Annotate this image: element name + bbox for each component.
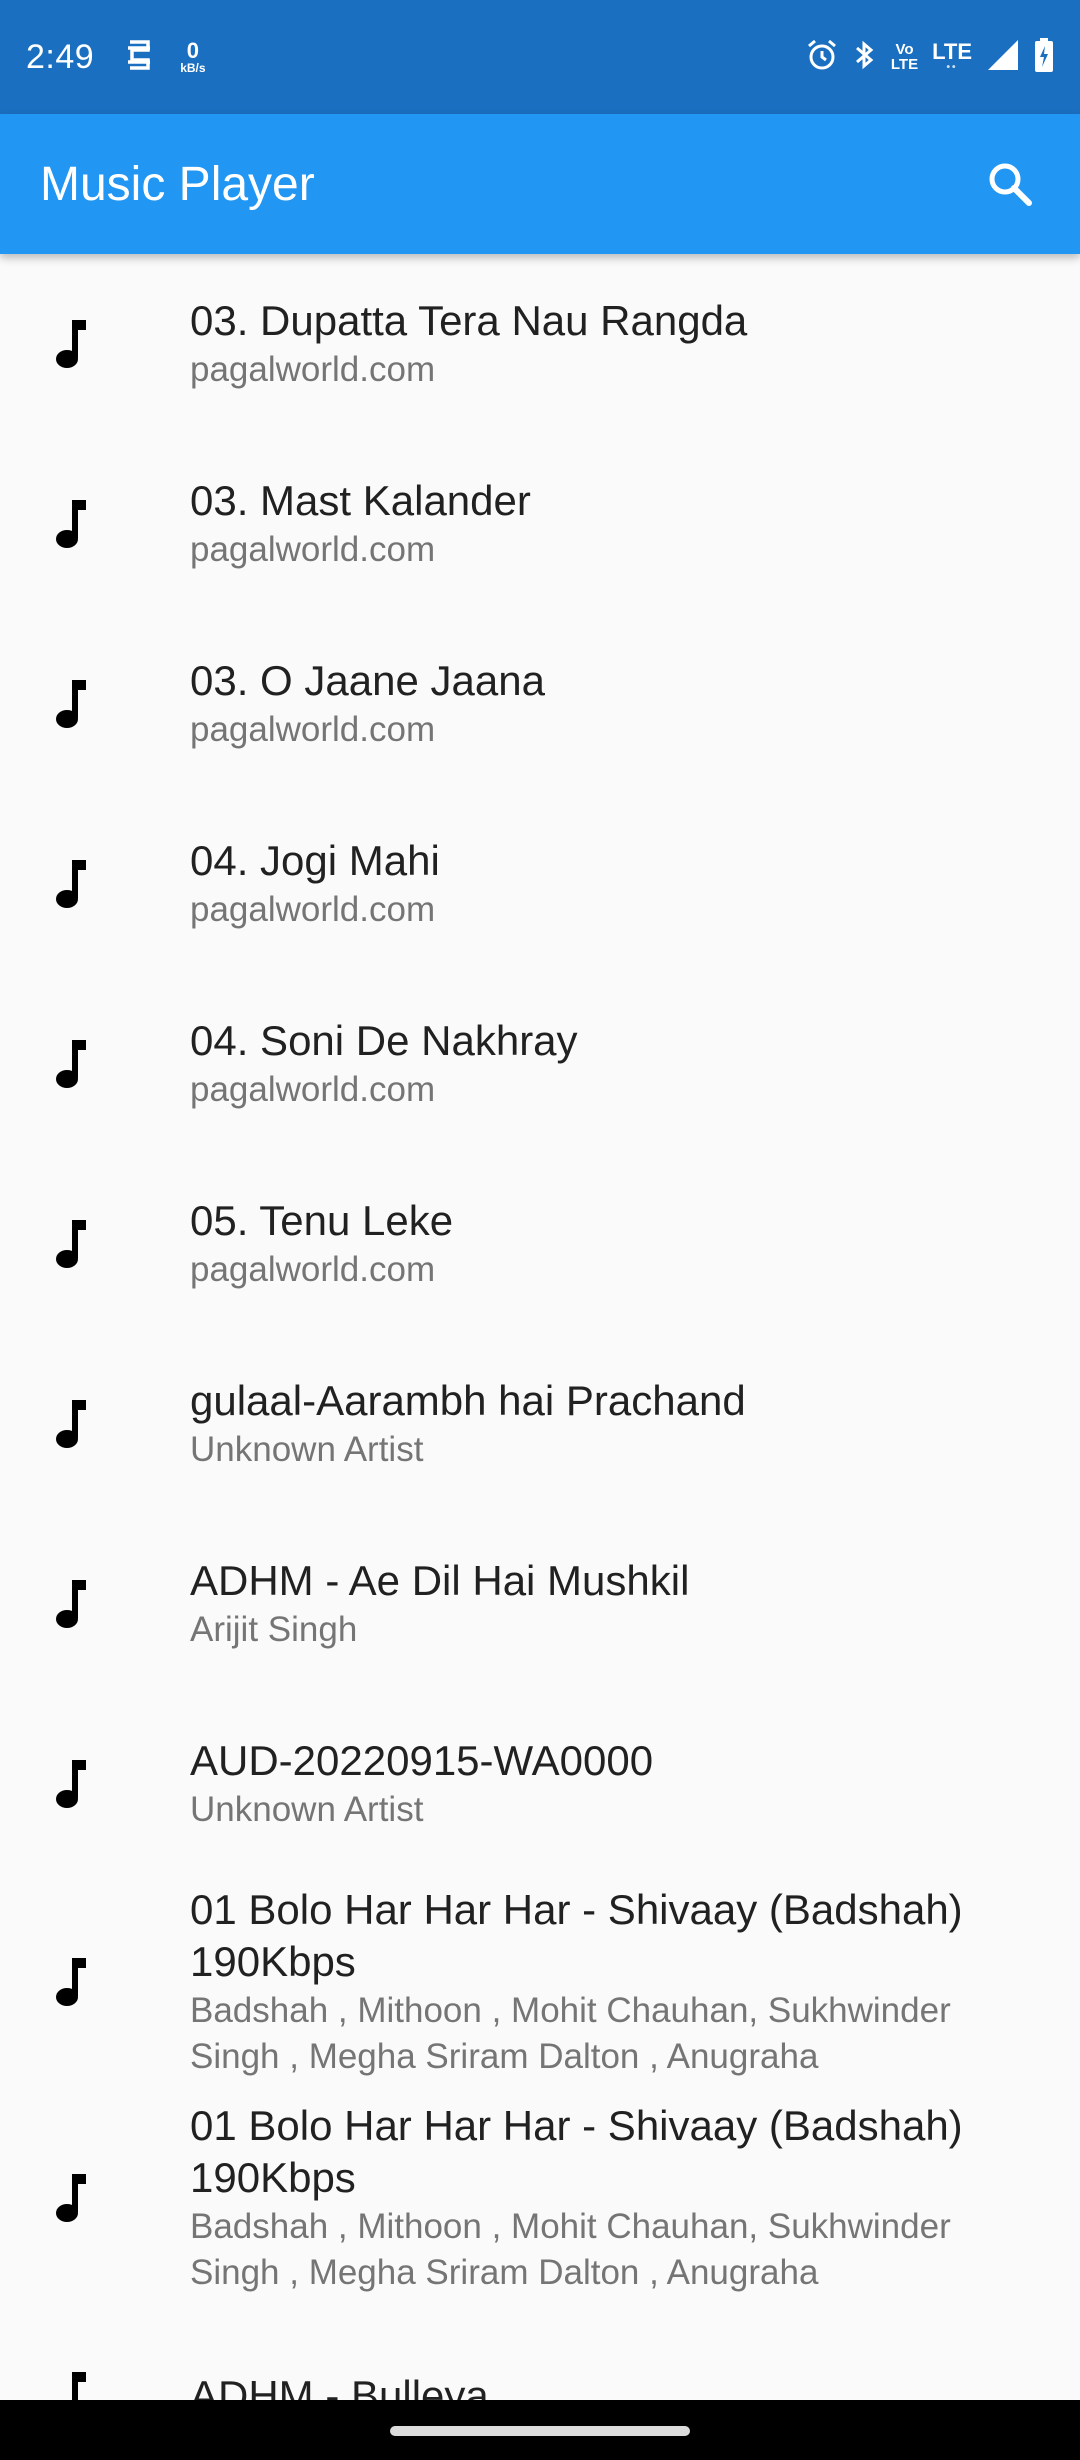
song-title: 03. O Jaane Jaana [190,657,545,704]
song-list-item[interactable]: gulaal-Aarambh hai Prachand Unknown Arti… [0,1334,1080,1514]
volte-top-label: Vo [895,41,914,58]
song-list-item[interactable]: 04. Soni De Nakhray pagalworld.com [0,974,1080,1154]
music-note-icon [56,1580,86,1628]
song-artist: Arijit Singh [190,1610,358,1649]
lte-activity-icon: •• [946,62,958,73]
song-title: 03. Mast Kalander [190,477,531,524]
app-bar: Music Player [0,114,1080,254]
song-artist: Unknown Artist [190,1430,424,1469]
lte-indicator: LTE •• [932,41,972,73]
music-note-icon [56,1040,86,1088]
app-title: Music Player [40,157,315,211]
network-speed-unit: kB/s [180,61,206,75]
music-note-icon [56,2174,86,2222]
song-title: 01 Bolo Har Har Har - Shivaay (Badshah) … [190,1886,963,1985]
search-button[interactable] [980,154,1040,214]
music-note-icon [56,1958,86,2006]
song-title: gulaal-Aarambh hai Prachand [190,1377,746,1424]
bluetooth-icon [853,38,877,77]
song-list-item[interactable]: 03. O Jaane Jaana pagalworld.com [0,614,1080,794]
battery-icon [1034,37,1054,78]
song-artist: pagalworld.com [190,350,436,389]
song-title: ADHM - Ae Dil Hai Mushkil [190,1557,690,1604]
song-title: 01 Bolo Har Har Har - Shivaay (Badshah) … [190,2102,963,2201]
song-title: 04. Jogi Mahi [190,837,440,884]
song-artist: Badshah , Mithoon , Mohit Chauhan, Sukhw… [190,1991,951,2076]
lte-label: LTE [932,39,972,64]
song-title: 04. Soni De Nakhray [190,1017,578,1064]
search-icon [989,163,1032,206]
volte-indicator: Vo LTE [891,42,918,72]
song-list-item[interactable]: ADHM - Ae Dil Hai Mushkil Arijit Singh [0,1514,1080,1694]
music-note-icon [56,320,86,368]
music-note-icon [56,1220,86,1268]
song-list-item[interactable]: 05. Tenu Leke pagalworld.com [0,1154,1080,1334]
song-list-item[interactable]: 03. Mast Kalander pagalworld.com [0,434,1080,614]
song-artist: pagalworld.com [190,710,436,749]
song-artist: pagalworld.com [190,890,436,929]
song-artist: Unknown Artist [190,1790,424,1829]
data-saver-icon [124,38,154,77]
song-list-item[interactable]: 01 Bolo Har Har Har - Shivaay (Badshah) … [0,2090,1080,2306]
status-bar: 2:49 0 kB/s Vo LTE LTE •• [0,0,1080,114]
music-note-icon [56,500,86,548]
song-artist: pagalworld.com [190,530,436,569]
song-title: ADHM - Bulleya [190,2372,489,2400]
alarm-icon [805,38,839,77]
song-artist: pagalworld.com [190,1070,436,1109]
song-title: 03. Dupatta Tera Nau Rangda [190,297,748,344]
network-speed-value: 0 [186,38,199,63]
volte-bottom-label: LTE [890,56,919,73]
home-gesture-handle[interactable] [390,2426,690,2436]
song-artist: pagalworld.com [190,1250,436,1289]
song-list[interactable]: 03. Dupatta Tera Nau Rangda pagalworld.c… [0,254,1080,2400]
song-list-item[interactable]: 01 Bolo Har Har Har - Shivaay (Badshah) … [0,1874,1080,2090]
music-note-icon [72,2372,86,2400]
music-note-icon [56,860,86,908]
signal-icon [986,38,1020,77]
song-title: AUD-20220915-WA0000 [190,1737,654,1784]
song-list-item[interactable]: 04. Jogi Mahi pagalworld.com [0,794,1080,974]
status-time: 2:49 [26,37,95,76]
song-list-item[interactable]: 03. Dupatta Tera Nau Rangda pagalworld.c… [0,254,1080,434]
song-artist: Badshah , Mithoon , Mohit Chauhan, Sukhw… [190,2207,951,2292]
music-note-icon [56,1760,86,1808]
music-note-icon [56,680,86,728]
song-title: 05. Tenu Leke [190,1197,454,1244]
navigation-bar [0,2400,1080,2460]
song-list-item[interactable]: ADHM - Bulleya [0,2306,1080,2400]
song-list-item[interactable]: AUD-20220915-WA0000 Unknown Artist [0,1694,1080,1874]
music-note-icon [56,1400,86,1448]
network-speed: 0 kB/s [180,38,206,75]
